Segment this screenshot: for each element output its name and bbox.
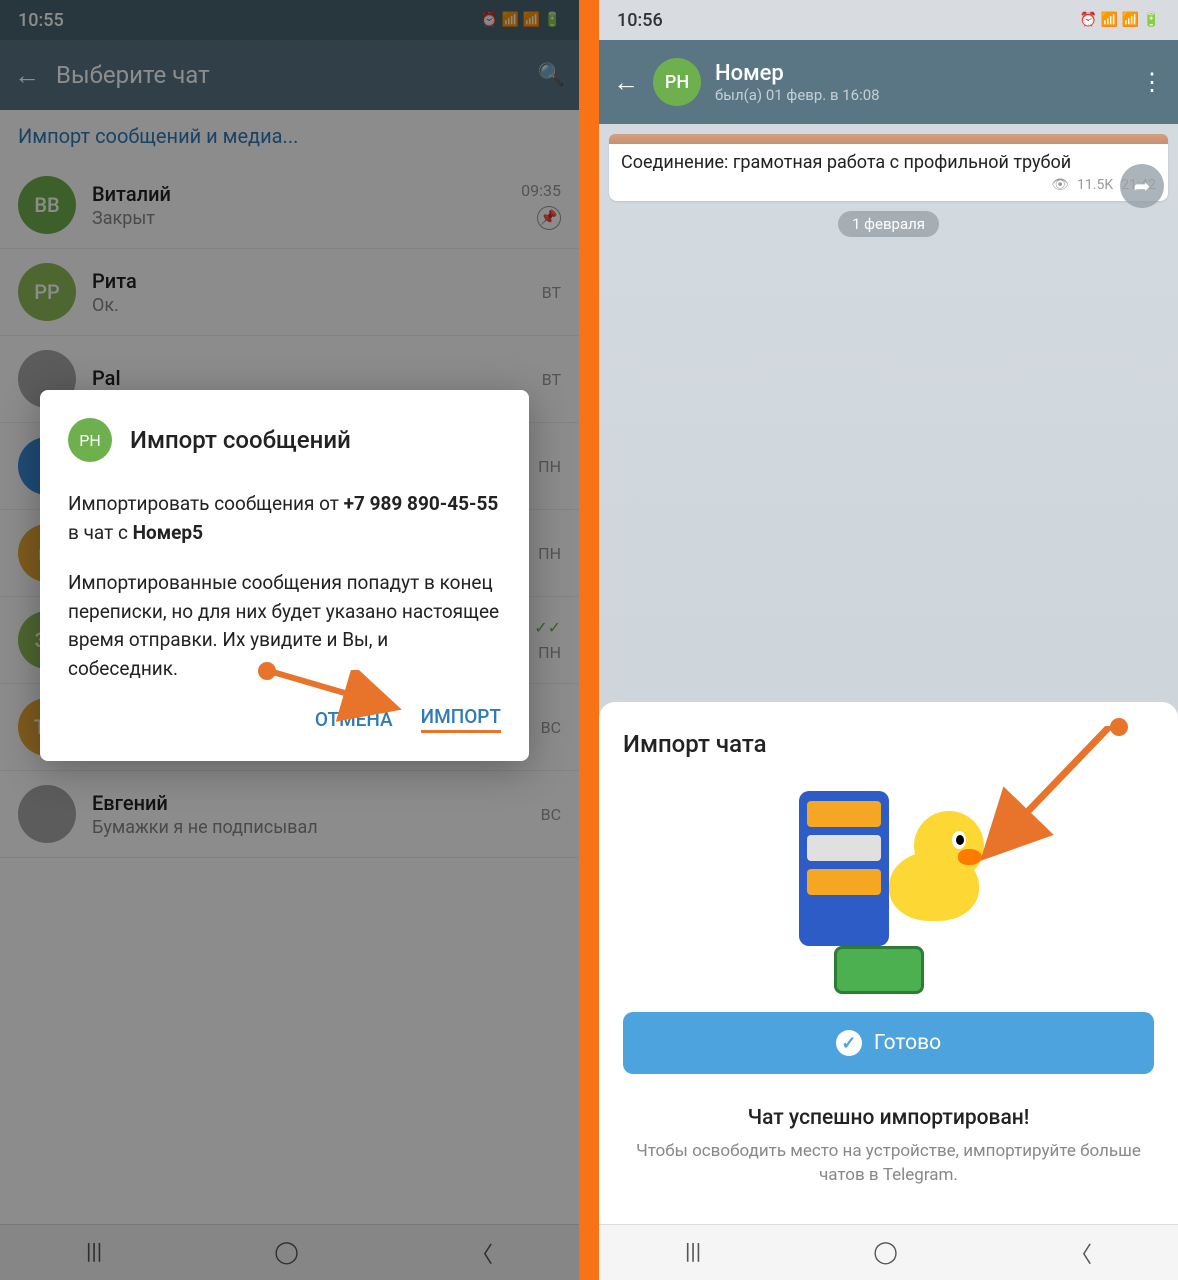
left-screenshot: 10:55 ⏰ 📶 📶 🔋 ← Выберите чат 🔍 Импорт со… (0, 0, 589, 1280)
chat-status: был(а) 01 февр. в 16:08 (715, 86, 1126, 104)
chat-name: Номер (715, 61, 1126, 86)
message-text: Соединение: грамотная работа с профильно… (621, 152, 1156, 173)
dialog-avatar: PH (68, 418, 112, 462)
eye-icon: 👁 (1051, 177, 1069, 193)
done-button[interactable]: ✓ Готово (623, 1012, 1154, 1074)
check-icon: ✓ (836, 1030, 862, 1056)
done-label: Готово (874, 1031, 941, 1055)
more-icon[interactable]: ⋮ (1140, 68, 1164, 96)
status-bar: 10:56 ⏰ 📶 📶 🔋 (599, 0, 1178, 40)
duck-sticker (779, 786, 999, 976)
home-button[interactable]: ◯ (873, 1240, 898, 1265)
status-time: 10:56 (617, 10, 1080, 31)
dialog-title: Импорт сообщений (130, 426, 351, 454)
dialog-body: Импортировать сообщения от +7 989 890-45… (68, 490, 501, 683)
recents-button[interactable]: ||| (685, 1240, 701, 1265)
message-card[interactable]: Соединение: грамотная работа с профильно… (609, 134, 1168, 201)
cancel-button[interactable]: ОТМЕНА (315, 705, 393, 733)
success-text: Чат успешно импортирован! (623, 1106, 1154, 1130)
chat-header: ← PH Номер был(а) 01 февр. в 16:08 ⋮ (599, 40, 1178, 124)
nav-bar: ||| ◯ 〈 (599, 1224, 1178, 1280)
back-button[interactable]: 〈 (1070, 1237, 1092, 1269)
date-badge: 1 февраля (838, 211, 939, 237)
view-count: 11.5K (1077, 177, 1113, 193)
import-dialog: PH Импорт сообщений Импортировать сообще… (40, 390, 529, 761)
import-sheet: Импорт чата ✓ Готово Чат успешно импорти… (599, 702, 1178, 1224)
sheet-title: Импорт чата (623, 730, 1154, 758)
import-button[interactable]: ИМПОРТ (421, 705, 501, 733)
chat-avatar[interactable]: PH (653, 58, 701, 106)
share-button[interactable]: ➦ (1120, 164, 1164, 208)
back-icon[interactable]: ← (613, 67, 639, 98)
message-image (609, 134, 1168, 144)
right-screenshot: 10:56 ⏰ 📶 📶 🔋 ← PH Номер был(а) 01 февр.… (589, 0, 1178, 1280)
success-subtext: Чтобы освободить место на устройстве, им… (623, 1140, 1154, 1188)
status-icons: ⏰ 📶 📶 🔋 (1080, 12, 1160, 28)
